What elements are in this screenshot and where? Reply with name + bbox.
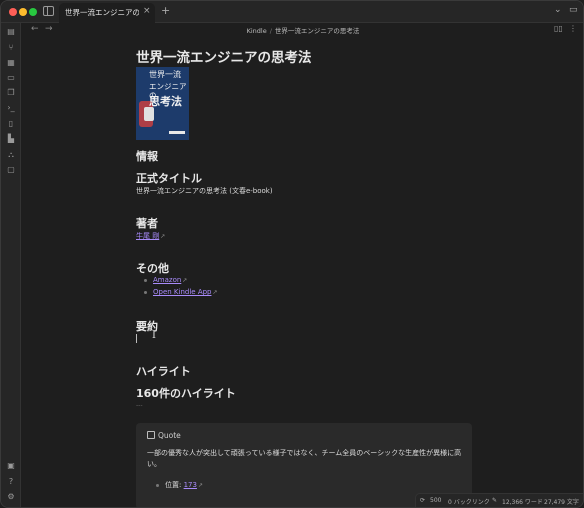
more-options-icon[interactable]: ⋮ (569, 24, 577, 33)
title-bar: 世界一流エンジニアの思... × + ⌄ ▭ (1, 1, 583, 23)
settings-icon[interactable]: ⚙ (6, 492, 16, 502)
canvas-icon[interactable]: ▦ (6, 58, 16, 68)
cover-title-line1: 世界一流 (149, 70, 181, 79)
tab-title: 世界一流エンジニアの思... (65, 8, 139, 17)
nav-bar: ← → Kindle / 世界一流エンジニアの思考法 ▯▯ ⋮ (21, 23, 583, 37)
comment-icon[interactable]: ▢ (6, 165, 16, 175)
open-kindle-app-link[interactable]: Open Kindle App (153, 288, 212, 296)
copy-icon[interactable]: ❐ (6, 88, 16, 98)
list-item: Amazon↗ (144, 276, 187, 284)
external-link-icon: ↗ (182, 277, 188, 284)
callout-title-text: Quote (158, 431, 181, 440)
tab-note[interactable]: 世界一流エンジニアの思... × (59, 3, 155, 23)
tab-list-chevron-icon[interactable]: ⌄ (554, 5, 562, 15)
minimize-window-button[interactable] (19, 8, 27, 16)
close-window-button[interactable] (9, 8, 17, 16)
backlinks-count[interactable]: 0 バックリンク (448, 497, 490, 506)
ibeam-cursor-icon: I (152, 330, 156, 341)
chart-icon[interactable]: ▙ (6, 134, 16, 144)
official-title-heading: 正式タイトル (136, 172, 202, 185)
location-link[interactable]: 173 (184, 481, 197, 489)
highlight-heading: ハイライト (136, 365, 191, 378)
amazon-link[interactable]: Amazon (153, 276, 181, 284)
ribbon: ▤ ⑂ ▦ ▭ ❐ ›_ ▯ ▙ ⛬ ▢ ▣ ? ⚙ (1, 23, 21, 507)
char-count: 27,479 文字 (544, 499, 579, 506)
callout-body: 一部の優秀な人が突出して頑張っている様子ではなく、チーム全員のベーシックな生産性… (147, 449, 462, 468)
horizontal-rule: --- (136, 402, 143, 409)
cover-illustration-figure (144, 107, 154, 121)
note-title: 世界一流エンジニアの思考法 (136, 50, 312, 66)
cover-publisher-mark (169, 131, 185, 134)
info-heading: 情報 (136, 150, 158, 163)
files-icon[interactable]: ▤ (6, 27, 16, 37)
book-icon[interactable]: ▯ (6, 119, 16, 129)
word-count: 12,366 ワード (502, 499, 543, 506)
author-row: 牛尾 剛↗ (136, 231, 165, 241)
help-icon[interactable]: ? (6, 477, 16, 487)
location-label: 位置: (165, 481, 182, 489)
cover-title-line3: 思考法 (149, 95, 182, 108)
vault-icon[interactable]: ▣ (6, 461, 16, 471)
status-count: 500 (430, 497, 442, 504)
graph-icon[interactable]: ⑂ (6, 43, 16, 53)
sync-icon[interactable]: ⟳ (420, 497, 425, 504)
sitemap-icon[interactable]: ⛬ (6, 150, 16, 160)
external-link-icon: ↗ (212, 289, 218, 296)
new-tab-button[interactable]: + (161, 4, 170, 17)
book-cover-image: 世界一流 エンジニアの 思考法 (136, 67, 189, 140)
breadcrumb-separator: / (269, 27, 272, 35)
callout-title: Quote (147, 431, 181, 440)
tab-close-icon[interactable]: × (143, 6, 151, 16)
reading-view-icon[interactable]: ▯▯ (554, 24, 563, 33)
maximize-window-button[interactable] (29, 8, 37, 16)
official-title-text: 世界一流エンジニアの思考法 (文春e-book) (136, 187, 273, 195)
sidebar-toggle-icon[interactable] (43, 6, 54, 16)
edit-pencil-icon[interactable]: ✎ (492, 497, 497, 504)
app-window: 世界一流エンジニアの思... × + ⌄ ▭ ▤ ⑂ ▦ ▭ ❐ ›_ ▯ ▙ … (0, 0, 584, 508)
location-item: 位置: 173↗ (156, 480, 203, 490)
bullet-dot (144, 278, 147, 282)
author-link[interactable]: 牛尾 剛 (136, 232, 159, 240)
quote-icon (147, 431, 155, 439)
terminal-icon[interactable]: ›_ (6, 103, 16, 113)
bullet-dot (156, 483, 159, 487)
list-item: Open Kindle App↗ (144, 288, 218, 296)
calendar-icon[interactable]: ▭ (6, 73, 16, 83)
status-bar: ⟳ 500 0 バックリンク ✎ 12,366 ワード 27,479 文字 (415, 493, 583, 507)
other-heading: その他 (136, 262, 169, 275)
right-sidebar-toggle-icon[interactable]: ▭ (569, 5, 578, 15)
author-heading: 著者 (136, 217, 158, 230)
highlight-count-heading: 160件のハイライト (136, 387, 236, 400)
breadcrumb: Kindle / 世界一流エンジニアの思考法 (21, 25, 583, 35)
text-cursor[interactable] (136, 334, 137, 343)
breadcrumb-file[interactable]: 世界一流エンジニアの思考法 (275, 27, 360, 35)
breadcrumb-folder[interactable]: Kindle (247, 27, 267, 35)
external-link-icon: ↗ (197, 482, 203, 489)
external-link-icon: ↗ (160, 233, 166, 240)
bullet-dot (144, 290, 147, 294)
